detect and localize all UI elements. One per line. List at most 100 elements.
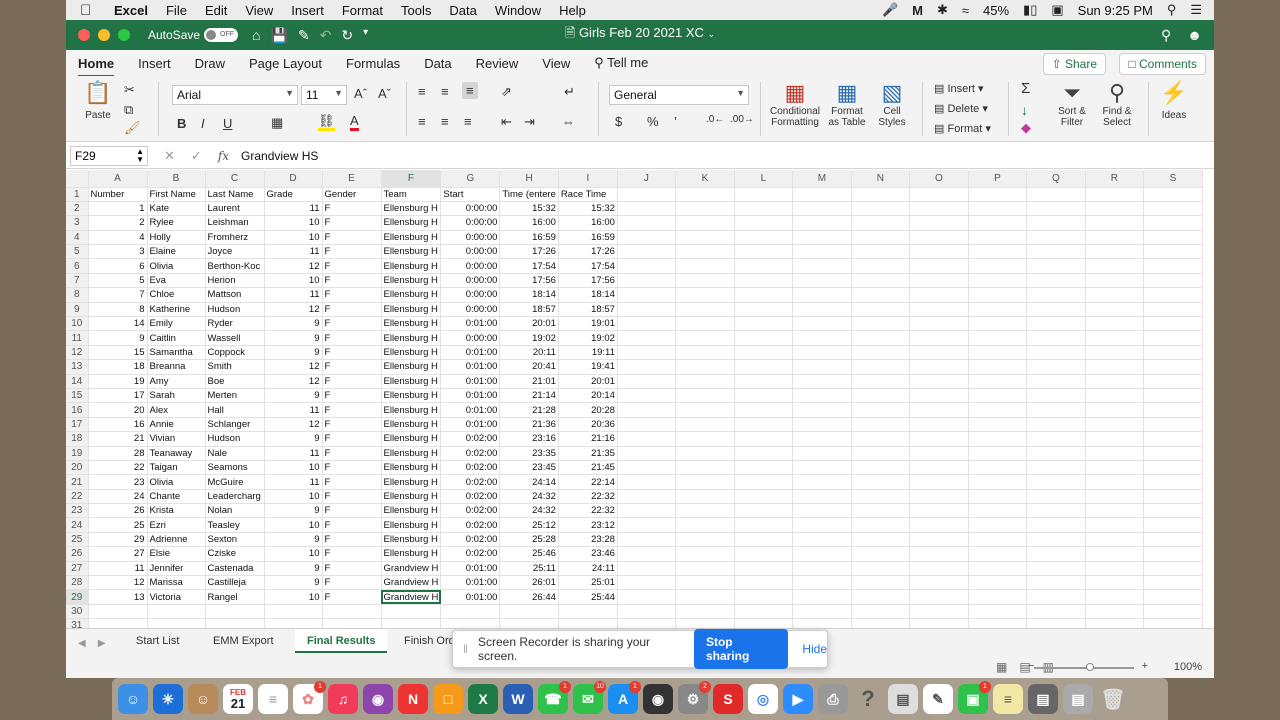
cell[interactable] [968,187,1027,202]
malwarebytes-icon[interactable]: M [912,3,923,18]
display-icon[interactable]: ▣ [1051,2,1063,18]
cell[interactable]: Hall [205,402,265,418]
cell[interactable] [968,532,1027,548]
cell[interactable]: F [322,589,382,605]
cell[interactable]: Ellensburg H [381,402,442,418]
cell[interactable] [851,575,910,591]
menu-tools[interactable]: Tools [401,3,431,18]
chrome-icon[interactable]: ◎ [748,684,778,714]
cell[interactable]: 18:14 [558,287,618,303]
cell[interactable]: Ellensburg H [381,489,442,505]
cell[interactable] [1026,258,1086,274]
cell[interactable]: 20:01 [499,316,559,332]
normal-view-icon[interactable]: ▦ [996,660,1007,674]
cell[interactable]: 25:44 [558,589,618,605]
cell[interactable] [851,460,910,476]
cell[interactable] [851,215,910,231]
cell[interactable] [968,604,1027,620]
cell[interactable] [792,258,852,274]
hide-button[interactable]: Hide [802,642,827,656]
column-header[interactable]: H [499,170,559,188]
cell[interactable] [734,330,793,346]
cell[interactable]: 0:00:00 [440,201,501,217]
cell[interactable] [909,460,969,476]
cell[interactable]: Chante [147,489,206,505]
cell[interactable]: Ellensburg H [381,417,442,433]
cell[interactable] [968,273,1027,289]
cell[interactable] [1026,503,1086,519]
cell[interactable]: 11 [264,201,323,217]
cell[interactable] [792,402,852,418]
cell[interactable] [1143,330,1203,346]
cell[interactable]: F [322,446,382,461]
cell[interactable] [734,604,793,620]
cell[interactable] [675,417,735,433]
column-header[interactable]: O [909,170,969,188]
cell[interactable]: 21 [88,431,148,447]
tab-view[interactable]: View [542,52,570,75]
cell[interactable]: Amy [147,374,206,389]
cell[interactable]: 0:00:00 [440,215,501,231]
cell[interactable]: F [322,489,382,505]
cell[interactable] [851,604,910,620]
cell[interactable]: 25:01 [558,575,618,591]
paste-button[interactable]: 📋 Paste [76,80,120,121]
cell[interactable] [1026,446,1086,461]
cell[interactable]: Fromherz [205,230,265,246]
cell[interactable]: Ellensburg H [381,273,442,289]
cell[interactable]: 22:14 [558,474,618,490]
cell[interactable] [851,532,910,548]
search-icon[interactable]: ⚲ [1161,27,1171,44]
row-header[interactable]: 14 [66,374,89,389]
tab-home[interactable]: Home [78,52,115,77]
cell[interactable] [1143,604,1203,620]
tab-formulas[interactable]: Formulas [346,52,400,75]
cell[interactable]: 21:16 [558,431,618,447]
decrease-font-size-icon[interactable]: Aˇ [378,86,391,101]
cell[interactable] [1026,532,1086,548]
cell[interactable] [909,388,969,404]
cell[interactable] [909,273,969,289]
cell[interactable]: F [322,517,382,533]
cell[interactable]: 22:32 [558,503,618,519]
cell[interactable]: Sexton [205,532,265,548]
cell[interactable] [1026,604,1086,620]
cell[interactable]: F [322,287,382,303]
cell[interactable] [792,489,852,505]
cell[interactable] [909,402,969,418]
minimize-window-button[interactable] [98,29,110,41]
cell[interactable] [792,359,852,375]
cell[interactable]: Eva [147,273,206,289]
cell[interactable] [1143,302,1203,318]
cell[interactable] [675,273,735,289]
row-header[interactable]: 4 [66,230,89,246]
cell[interactable]: 9 [264,330,323,346]
cell[interactable] [734,561,793,577]
cell[interactable] [909,517,969,533]
cell[interactable] [558,618,618,628]
insert-function-icon[interactable]: fx [218,149,229,163]
excel-dock-icon[interactable]: X [468,684,498,714]
cell[interactable] [1085,302,1144,318]
cell[interactable] [1143,273,1203,289]
cell[interactable] [440,604,501,620]
cell[interactable]: Sarah [147,388,206,404]
word-dock-icon[interactable]: W [503,684,533,714]
cell[interactable] [851,517,910,533]
cell[interactable] [792,187,852,202]
cell[interactable]: 9 [264,561,323,577]
cell[interactable]: Berthon-Koc [205,258,265,274]
cell[interactable]: 16:59 [558,230,618,246]
cell[interactable]: 9 [264,575,323,591]
cell[interactable] [734,402,793,418]
cell[interactable] [1026,618,1086,628]
cell[interactable] [1026,201,1086,217]
cell[interactable]: Boe [205,374,265,389]
cell[interactable]: F [322,345,382,361]
underline-icon[interactable]: U [223,116,232,131]
cell[interactable]: F [322,561,382,577]
cell[interactable] [792,244,852,260]
cell[interactable] [675,402,735,418]
cell[interactable] [1085,287,1144,303]
cell[interactable]: 24 [88,489,148,505]
